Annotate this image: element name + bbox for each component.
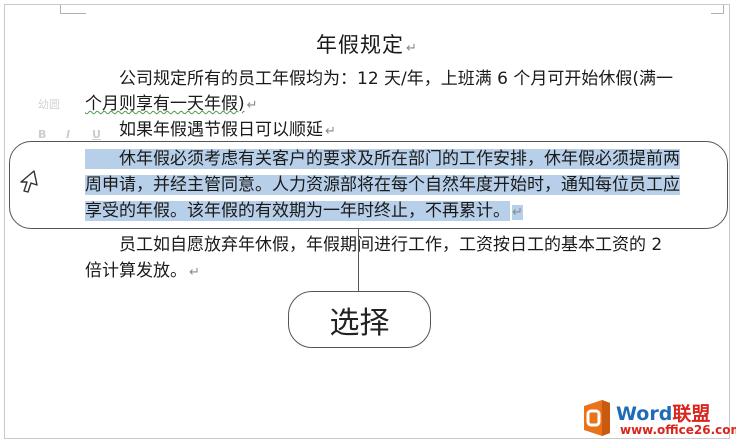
cursor-arrow-icon xyxy=(20,170,38,193)
watermark-logo: Word联盟 www.office26.com xyxy=(580,398,736,445)
para4-line1[interactable]: 员工如自愿放弃年休假，年假期间进行工作，工资按日工的基本工资的 2 xyxy=(119,233,662,257)
para1-line1-text: 公司规定所有的员工年假均为：12 天/年，上班满 6 个月可开始休假(满一 xyxy=(119,69,674,89)
para2-line1-text: 如果年假遇节假日可以顺延 xyxy=(119,120,323,140)
logo-title: Word联盟 xyxy=(616,399,710,426)
italic-button[interactable]: I xyxy=(66,128,70,141)
mini-toolbar-font[interactable]: 幼圆 xyxy=(38,96,60,112)
paragraph-mark: ↵ xyxy=(406,41,418,56)
selection-highlight-outline xyxy=(9,141,728,229)
underline-button[interactable]: U xyxy=(92,128,101,141)
para4-line1-text: 员工如自愿放弃年休假，年假期间进行工作，工资按日工的基本工资的 2 xyxy=(119,235,663,255)
para4-line2-text: 倍计算发放。 xyxy=(85,261,187,281)
logo-cn-text: 联盟 xyxy=(672,403,711,425)
para1-line1[interactable]: 公司规定所有的员工年假均为：12 天/年，上班满 6 个月可开始休假(满一 xyxy=(119,67,673,91)
callout-select: 选择 xyxy=(288,291,431,348)
callout-connector xyxy=(358,229,359,291)
bold-button[interactable]: B xyxy=(38,128,46,141)
callout-label: 选择 xyxy=(329,305,390,341)
document-title-text: 年假规定 xyxy=(316,33,405,57)
document-title[interactable]: 年假规定 ↵ xyxy=(5,29,729,59)
paragraph-mark: ↵ xyxy=(246,98,258,113)
paragraph-mark: ↵ xyxy=(189,265,200,280)
office-logo-icon xyxy=(584,400,610,436)
logo-word-text: Word xyxy=(616,403,673,425)
paragraph-mark: ↵ xyxy=(325,124,336,139)
logo-url: www.office26.com xyxy=(620,423,736,437)
para4-line2[interactable]: 倍计算发放。 ↵ xyxy=(85,259,200,285)
page-corner-mark-left xyxy=(60,5,86,14)
page-corner-mark-right xyxy=(711,5,724,14)
